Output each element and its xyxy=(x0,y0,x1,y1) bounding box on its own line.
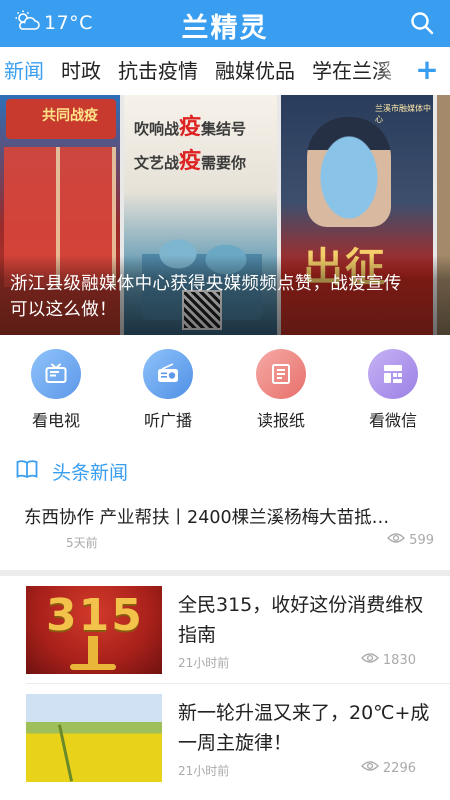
view-count-text: 2296 xyxy=(382,760,416,776)
eye-icon xyxy=(387,532,409,548)
channel-tabs: 新闻 时政 抗击疫情 融媒优品 学在兰溪 + xyxy=(0,47,450,95)
news-thumbnail: 315 xyxy=(26,586,162,674)
slide-banner: 共同战疫 xyxy=(6,99,116,139)
news-time: 21小时前 xyxy=(178,656,230,670)
news-title: 全民315，收好这份消费维权指南 xyxy=(178,594,424,646)
quick-entry-label: 读报纸 xyxy=(256,411,305,430)
list-separator xyxy=(26,683,450,684)
quick-entry-label: 看电视 xyxy=(31,411,80,430)
poster-highlight: 疫 xyxy=(179,149,202,174)
news-list-item[interactable]: 315 全民315，收好这份消费维权指南 21小时前 1830 xyxy=(0,578,450,682)
poster-text: 文艺战 xyxy=(134,154,180,172)
news-title: 东西协作 产业帮扶丨2400棵兰溪杨梅大苗抵… xyxy=(24,508,390,528)
view-count: 599 xyxy=(387,532,434,548)
read-newspaper-button[interactable]: 读报纸 xyxy=(241,349,321,431)
listen-radio-button[interactable]: 听广播 xyxy=(128,349,208,431)
slide-banner-text: 共同战疫 xyxy=(42,108,98,124)
view-count: 2296 xyxy=(360,760,416,776)
view-wechat-button[interactable]: 看微信 xyxy=(353,349,433,431)
tab-fight-epidemic[interactable]: 抗击疫情 xyxy=(118,58,198,84)
poster-line: 吹响战疫集结号 xyxy=(134,109,246,141)
scale-stand xyxy=(88,636,98,666)
book-icon xyxy=(16,459,38,483)
news-title: 新一轮升温又来了，20℃+成一周主旋律！ xyxy=(178,702,430,754)
grid-icon xyxy=(368,349,418,399)
app-title: 兰精灵 xyxy=(181,13,269,44)
thumbnail-text: 315 xyxy=(46,590,144,641)
banner-carousel[interactable]: 共同战疫 吹响战疫集结号 文艺战疫需要你 兰溪市融媒体中心 出征 浙江县级融媒体… xyxy=(0,95,450,335)
poster-line: 文艺战疫需要你 xyxy=(134,143,246,175)
watch-tv-button[interactable]: 看电视 xyxy=(16,349,96,431)
nurse-photo xyxy=(307,117,391,227)
flower-stem xyxy=(58,724,73,782)
add-channel-button[interactable]: + xyxy=(414,56,440,84)
tab-news[interactable]: 新闻 xyxy=(4,58,44,84)
quick-entry-label: 看微信 xyxy=(368,411,417,430)
news-thumbnail xyxy=(26,694,162,782)
tab-politics[interactable]: 时政 xyxy=(61,58,101,84)
carousel-caption[interactable]: 浙江县级融媒体中心获得央媒频频点赞，战疫宣传可以这么做！ xyxy=(10,271,402,323)
poster-text: 需要你 xyxy=(201,154,247,172)
eye-icon xyxy=(360,760,383,776)
newspaper-icon xyxy=(256,349,306,399)
view-count-text: 599 xyxy=(409,532,434,548)
eye-icon xyxy=(360,652,383,668)
news-time: 21小时前 xyxy=(178,764,230,778)
tabs-fade xyxy=(374,47,414,95)
section-title: 头条新闻 xyxy=(52,461,129,484)
search-icon[interactable] xyxy=(410,11,434,35)
view-count-text: 1830 xyxy=(382,652,416,668)
view-count: 1830 xyxy=(360,652,416,668)
poster-text: 吹响战 xyxy=(134,120,180,138)
top-bar: 17°C 兰精灵 xyxy=(0,0,450,47)
tv-icon xyxy=(31,349,81,399)
scale-base xyxy=(70,664,116,670)
headline-section-header: 头条新闻 xyxy=(16,457,128,485)
slide-source-text: 兰溪市融媒体中心 xyxy=(375,104,431,124)
section-divider xyxy=(0,570,450,576)
quick-entry-label: 听广播 xyxy=(143,411,192,430)
tab-list: 新闻 时政 抗击疫情 融媒优品 学在兰溪 xyxy=(4,58,409,84)
tab-media-picks[interactable]: 融媒优品 xyxy=(215,58,295,84)
quick-entries: 看电视 听广播 读报纸 看微信 xyxy=(0,345,450,435)
radio-icon xyxy=(143,349,193,399)
poster-highlight: 疫 xyxy=(179,115,202,140)
news-list-item[interactable]: 新一轮升温又来了，20℃+成一周主旋律！ 21小时前 2296 xyxy=(0,686,450,790)
poster-text: 集结号 xyxy=(201,120,247,138)
news-time: 5天前 xyxy=(66,536,98,550)
top-news-item[interactable]: 东西协作 产业帮扶丨2400棵兰溪杨梅大苗抵… 5天前 599 xyxy=(0,498,450,564)
